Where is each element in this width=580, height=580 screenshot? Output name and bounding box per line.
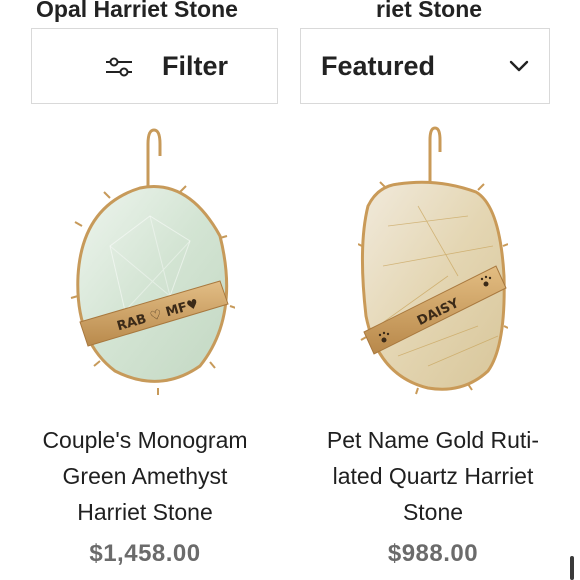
scrollbar-thumb[interactable] <box>570 556 574 580</box>
product-price-1: $1,458.00 <box>89 540 201 567</box>
product-image-rutilated-quartz[interactable]: DAISY <box>358 126 508 396</box>
product-name-line: Couple's Monogram <box>42 427 248 453</box>
chevron-down-icon <box>509 60 529 72</box>
product-name-2[interactable]: Pet Name Gold Ruti- lated Quartz Harriet… <box>293 422 573 530</box>
previous-product-title-left[interactable]: Opal Harriet Stone <box>36 0 238 24</box>
product-name-line: Harriet Stone <box>77 499 213 525</box>
filter-label: Filter <box>162 51 229 81</box>
product-image-green-amethyst[interactable]: RAB ♡ MF♥ <box>70 126 235 396</box>
product-name-line: Pet Name Gold Ruti- <box>326 427 540 453</box>
sort-select[interactable]: Featured <box>300 28 550 104</box>
product-name-line: Green Amethyst <box>62 463 228 489</box>
product-price-2: $988.00 <box>387 540 479 567</box>
sort-selected-value: Featured <box>321 51 436 81</box>
product-name-1[interactable]: Couple's Monogram Green Amethyst Harriet… <box>5 422 285 530</box>
sliders-icon <box>106 57 132 77</box>
filter-button[interactable]: Filter <box>31 28 278 104</box>
product-name-line: Stone <box>402 499 464 525</box>
previous-product-title-right[interactable]: riet Stone <box>376 0 482 24</box>
product-name-line: lated Quartz Harriet <box>332 463 534 489</box>
